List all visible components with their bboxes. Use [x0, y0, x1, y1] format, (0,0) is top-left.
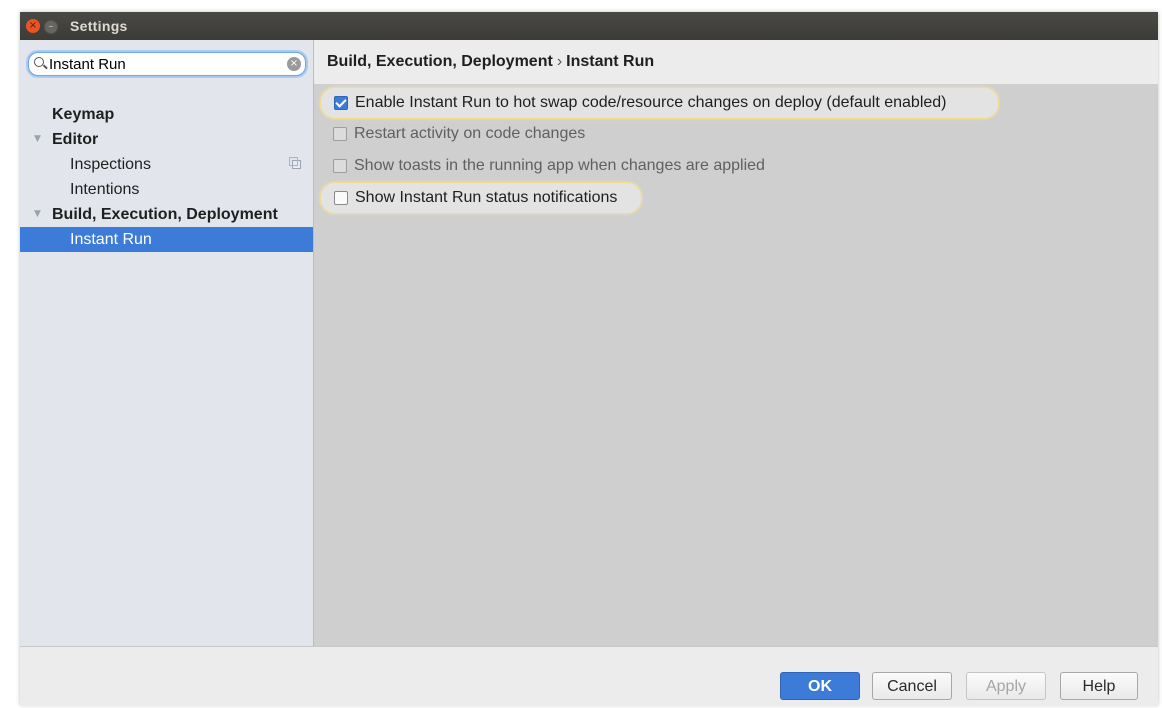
tree-item-editor[interactable]: ▼ Editor: [20, 127, 313, 152]
clear-search-icon[interactable]: ×: [287, 57, 301, 71]
minimize-window-icon[interactable]: –: [44, 20, 58, 34]
settings-sidebar: × Keymap ▼ Editor Inspections Intentions…: [20, 40, 314, 646]
tree-item-label: Intentions: [70, 181, 140, 198]
option-label: Enable Instant Run to hot swap code/reso…: [355, 94, 947, 111]
tree-item-label: Instant Run: [70, 231, 152, 248]
option-label: Restart activity on code changes: [354, 125, 586, 142]
option-show-toasts: Show toasts in the running app when chan…: [320, 151, 840, 181]
checkbox-icon: [333, 159, 347, 173]
option-show-status-notifications[interactable]: Show Instant Run status notifications: [320, 182, 642, 214]
help-button[interactable]: Help: [1060, 672, 1138, 700]
breadcrumb-current: Instant Run: [566, 53, 655, 70]
breadcrumb: Build, Execution, Deployment › Instant Run: [327, 40, 654, 84]
tree-item-label: Build, Execution, Deployment: [52, 206, 278, 223]
tree-item-instant-run[interactable]: Instant Run: [20, 227, 313, 252]
option-label: Show Instant Run status notifications: [355, 189, 618, 206]
cancel-button[interactable]: Cancel: [872, 672, 952, 700]
breadcrumb-parent: Build, Execution, Deployment: [327, 53, 553, 70]
search-input[interactable]: [49, 53, 277, 75]
instant-run-settings-panel: Enable Instant Run to hot swap code/reso…: [314, 85, 1158, 646]
tree-item-label: Inspections: [70, 156, 151, 173]
window-title: Settings: [70, 18, 128, 34]
checkbox-checked-icon[interactable]: [334, 96, 348, 110]
settings-window: × – Settings × Keymap ▼ Editor Inspectio…: [20, 12, 1158, 706]
apply-button: Apply: [966, 672, 1046, 700]
option-restart-activity: Restart activity on code changes: [320, 119, 720, 149]
expand-arrow-icon[interactable]: ▼: [34, 202, 41, 227]
checkbox-icon: [333, 127, 347, 141]
checkbox-icon[interactable]: [334, 191, 348, 205]
content-header: Build, Execution, Deployment › Instant Run: [314, 40, 1158, 85]
expand-arrow-icon[interactable]: ▼: [34, 127, 41, 152]
tree-item-label: Editor: [52, 131, 99, 148]
tree-item-label: Keymap: [52, 106, 115, 123]
option-enable-instant-run[interactable]: Enable Instant Run to hot swap code/reso…: [320, 87, 999, 119]
tree-item-intentions[interactable]: Intentions: [20, 177, 313, 202]
option-label: Show toasts in the running app when chan…: [354, 157, 765, 174]
search-icon: [34, 57, 44, 67]
tree-item-inspections[interactable]: Inspections: [20, 152, 313, 177]
dialog-footer: OK Cancel Apply Help: [20, 646, 1158, 706]
settings-tree: Keymap ▼ Editor Inspections Intentions ▼…: [20, 102, 313, 252]
ok-button[interactable]: OK: [780, 672, 860, 700]
breadcrumb-separator: ›: [556, 53, 563, 70]
tree-item-build-execution-deployment[interactable]: ▼ Build, Execution, Deployment: [20, 202, 313, 227]
title-bar: × – Settings: [20, 12, 1158, 40]
tree-item-keymap[interactable]: Keymap: [20, 102, 313, 127]
search-box[interactable]: ×: [28, 52, 306, 76]
copy-icon: [289, 157, 301, 169]
close-window-icon[interactable]: ×: [26, 19, 40, 33]
